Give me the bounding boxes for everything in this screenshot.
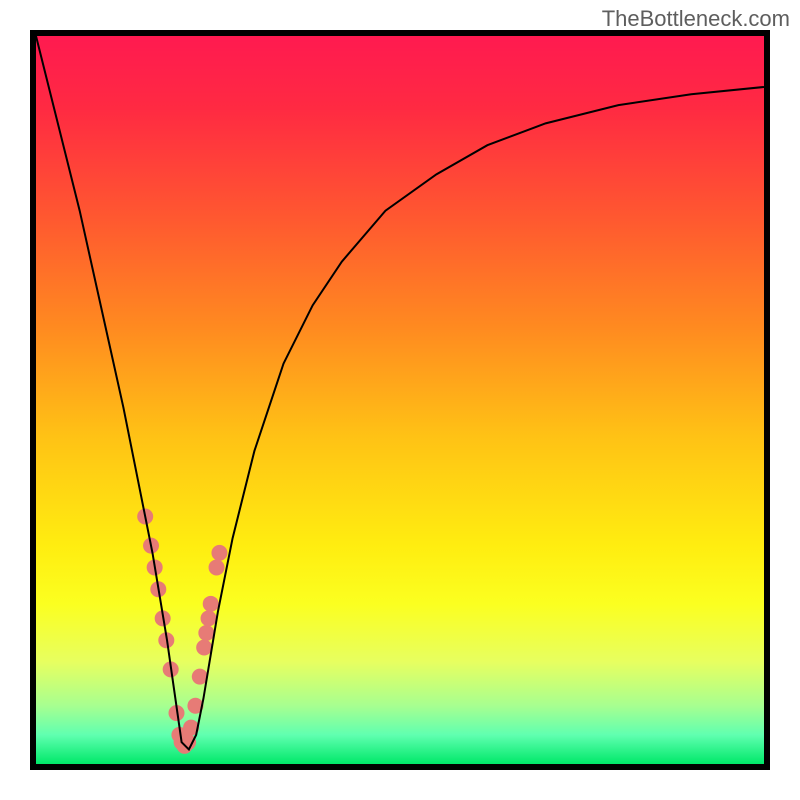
marker-dot bbox=[196, 640, 212, 656]
curve-layer bbox=[36, 36, 764, 764]
chart-container: TheBottleneck.com bbox=[0, 0, 800, 800]
plot-area bbox=[36, 36, 764, 764]
marker-dot bbox=[209, 559, 225, 575]
marker-dot bbox=[198, 625, 214, 641]
marker-dot bbox=[203, 596, 219, 612]
chart-frame bbox=[30, 30, 770, 770]
marker-dot bbox=[211, 545, 227, 561]
marker-dot bbox=[201, 610, 217, 626]
watermark-text: TheBottleneck.com bbox=[602, 6, 790, 32]
bottleneck-curve bbox=[36, 36, 764, 749]
